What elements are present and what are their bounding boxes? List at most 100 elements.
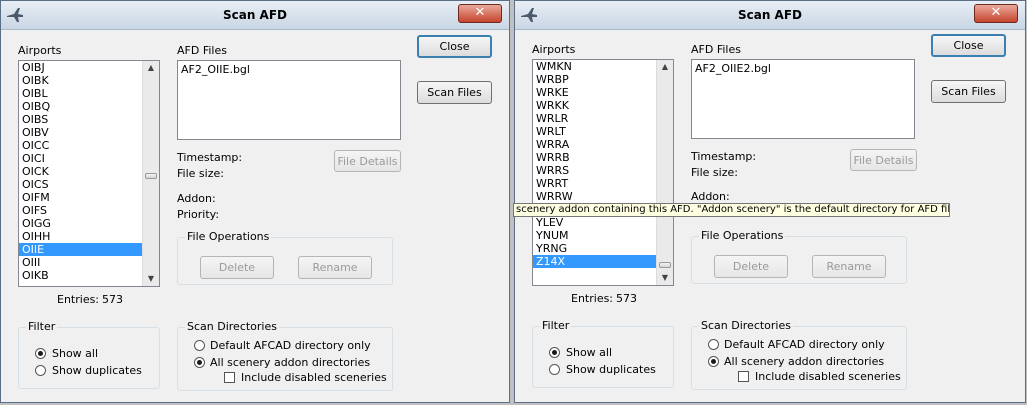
default-dir-radio[interactable] (708, 339, 719, 350)
airport-list-item[interactable]: OIIE (19, 243, 142, 256)
airport-list-item[interactable]: WRBP (533, 73, 656, 86)
scroll-down-arrow-icon[interactable]: ▼ (143, 272, 159, 286)
rename-button[interactable]: Rename (812, 255, 886, 278)
airport-list-item[interactable]: WRLT (533, 125, 656, 138)
scroll-down-arrow-icon[interactable]: ▼ (657, 271, 673, 285)
airport-list-item[interactable]: WRRT (533, 177, 656, 190)
file-details-button[interactable]: File Details (334, 150, 401, 172)
show-all-label[interactable]: Show all (566, 346, 612, 359)
airport-list-item[interactable]: WRKE (533, 86, 656, 99)
afd-files-list[interactable]: AF2_OIIE2.bgl (691, 59, 915, 139)
delete-button[interactable]: Delete (714, 255, 788, 278)
airport-list-item[interactable]: OIBQ (19, 100, 142, 113)
scan-directories-group: Scan Directories Default AFCAD directory… (177, 321, 393, 391)
title-bar[interactable]: Scan AFD ✕ (1, 1, 509, 30)
airport-list-item[interactable]: OIFM (19, 191, 142, 204)
airports-list[interactable]: WMKN WRBP WRKE WRKK WRLR WRLT WRRA WRRB WRRS WRRT… (532, 59, 674, 286)
include-disabled-checkbox[interactable] (224, 372, 235, 383)
default-dir-radio[interactable] (194, 340, 205, 351)
afd-file-item[interactable]: AF2_OIIE.bgl (181, 63, 397, 76)
filter-group: Filter Show all Show duplicates (18, 321, 160, 389)
addon-label: Addon: (177, 192, 216, 205)
rename-button[interactable]: Rename (298, 256, 372, 279)
show-all-radio[interactable] (549, 347, 560, 358)
file-operations-group: File Operations Delete Rename (691, 230, 907, 284)
airport-list-item[interactable]: OIHH (19, 230, 142, 243)
afd-file-item[interactable]: AF2_OIIE2.bgl (695, 62, 911, 75)
airport-list-item[interactable]: OIKB (19, 269, 142, 282)
airport-list-item[interactable]: OICC (19, 139, 142, 152)
include-disabled-checkbox[interactable] (738, 371, 749, 382)
scroll-up-arrow-icon[interactable]: ▲ (143, 61, 159, 75)
airport-list-item[interactable]: OIBL (19, 87, 142, 100)
file-details-button[interactable]: File Details (850, 149, 917, 171)
airport-list-item[interactable]: WRRS (533, 164, 656, 177)
airports-label: Airports (532, 43, 576, 56)
show-duplicates-label[interactable]: Show duplicates (52, 364, 142, 377)
file-operations-label: File Operations (185, 230, 272, 243)
all-addon-label[interactable]: All scenery addon directories (724, 355, 884, 368)
file-operations-group: File Operations Delete Rename (177, 231, 393, 285)
airport-list-item[interactable]: OIBJ (19, 61, 142, 74)
airport-list-item[interactable]: Z14X (533, 255, 656, 268)
close-icon[interactable]: ✕ (458, 4, 502, 23)
entries-label: Entries: (57, 293, 100, 306)
entries-label: Entries: (571, 292, 614, 305)
default-dir-label[interactable]: Default AFCAD directory only (724, 338, 885, 351)
timestamp-label: Timestamp: (691, 150, 757, 163)
airport-list-item[interactable]: YRNG (533, 242, 656, 255)
scan-directories-group: Scan Directories Default AFCAD directory… (691, 320, 907, 390)
airports-scrollbar[interactable]: ▲ ▼ (142, 61, 159, 286)
show-all-label[interactable]: Show all (52, 347, 98, 360)
airport-list-item[interactable]: OIII (19, 256, 142, 269)
airports-label: Airports (18, 44, 62, 57)
airport-list-item[interactable]: OIFS (19, 204, 142, 217)
airport-list-item[interactable]: OICK (19, 165, 142, 178)
all-addon-radio[interactable] (194, 357, 205, 368)
airport-list-item[interactable]: OIBV (19, 126, 142, 139)
airport-list-item[interactable]: YLEV (533, 216, 656, 229)
airport-list-item[interactable]: WMKN (533, 60, 656, 73)
close-icon[interactable]: ✕ (974, 4, 1018, 23)
close-button[interactable]: Close (931, 34, 1006, 57)
default-dir-label[interactable]: Default AFCAD directory only (210, 339, 371, 352)
show-duplicates-radio[interactable] (549, 364, 560, 375)
show-duplicates-label[interactable]: Show duplicates (566, 363, 656, 376)
include-disabled-label[interactable]: Include disabled sceneries (755, 370, 901, 383)
scan-files-button[interactable]: Scan Files (931, 80, 1006, 103)
airport-list-item[interactable]: OICI (19, 152, 142, 165)
airports-list-items[interactable]: WMKN WRBP WRKE WRKK WRLR WRLT WRRA WRRB WRRS WRRT… (533, 60, 656, 285)
scan-files-button[interactable]: Scan Files (417, 81, 492, 104)
timestamp-label: Timestamp: (177, 151, 243, 164)
airport-list-item[interactable]: WRRB (533, 151, 656, 164)
airport-list-item[interactable]: OICS (19, 178, 142, 191)
all-addon-label[interactable]: All scenery addon directories (210, 356, 370, 369)
airport-list-item[interactable]: WRLR (533, 112, 656, 125)
scroll-thumb[interactable] (145, 173, 157, 179)
show-all-radio[interactable] (35, 348, 46, 359)
airport-list-item[interactable]: OIBS (19, 113, 142, 126)
close-button[interactable]: Close (417, 35, 492, 58)
airport-list-item[interactable]: YNUM (533, 229, 656, 242)
file-size-label: File size: (177, 167, 224, 180)
scroll-thumb[interactable] (659, 262, 671, 268)
all-addon-radio[interactable] (708, 356, 719, 367)
afd-files-label: AFD Files (691, 43, 741, 56)
addon-tooltip: scenery addon containing this AFD. "Addo… (513, 203, 950, 217)
title-bar[interactable]: Scan AFD ✕ (515, 1, 1025, 30)
airport-list-item[interactable]: OIGG (19, 217, 142, 230)
airports-list-items[interactable]: OIBJ OIBK OIBL OIBQ OIBS OIBV OICC OICI OICK OICS… (19, 61, 142, 286)
airports-list[interactable]: OIBJ OIBK OIBL OIBQ OIBS OIBV OICC OICI OICK OICS… (18, 60, 160, 287)
afd-files-label: AFD Files (177, 44, 227, 57)
airport-list-item[interactable]: WRRA (533, 138, 656, 151)
include-disabled-label[interactable]: Include disabled sceneries (241, 371, 387, 384)
airports-scrollbar[interactable]: ▲ ▼ (656, 60, 673, 285)
airport-list-item[interactable]: WRKK (533, 99, 656, 112)
afd-files-list[interactable]: AF2_OIIE.bgl (177, 60, 401, 140)
airport-list-item[interactable]: OIBK (19, 74, 142, 87)
delete-button[interactable]: Delete (200, 256, 274, 279)
show-duplicates-radio[interactable] (35, 365, 46, 376)
scroll-up-arrow-icon[interactable]: ▲ (657, 60, 673, 74)
airport-list-item[interactable]: WRRW (533, 190, 656, 203)
scan-afd-window-2: Scan AFD ✕ Airports WMKN WRBP WRKE WRKK WRLR… (514, 0, 1026, 403)
